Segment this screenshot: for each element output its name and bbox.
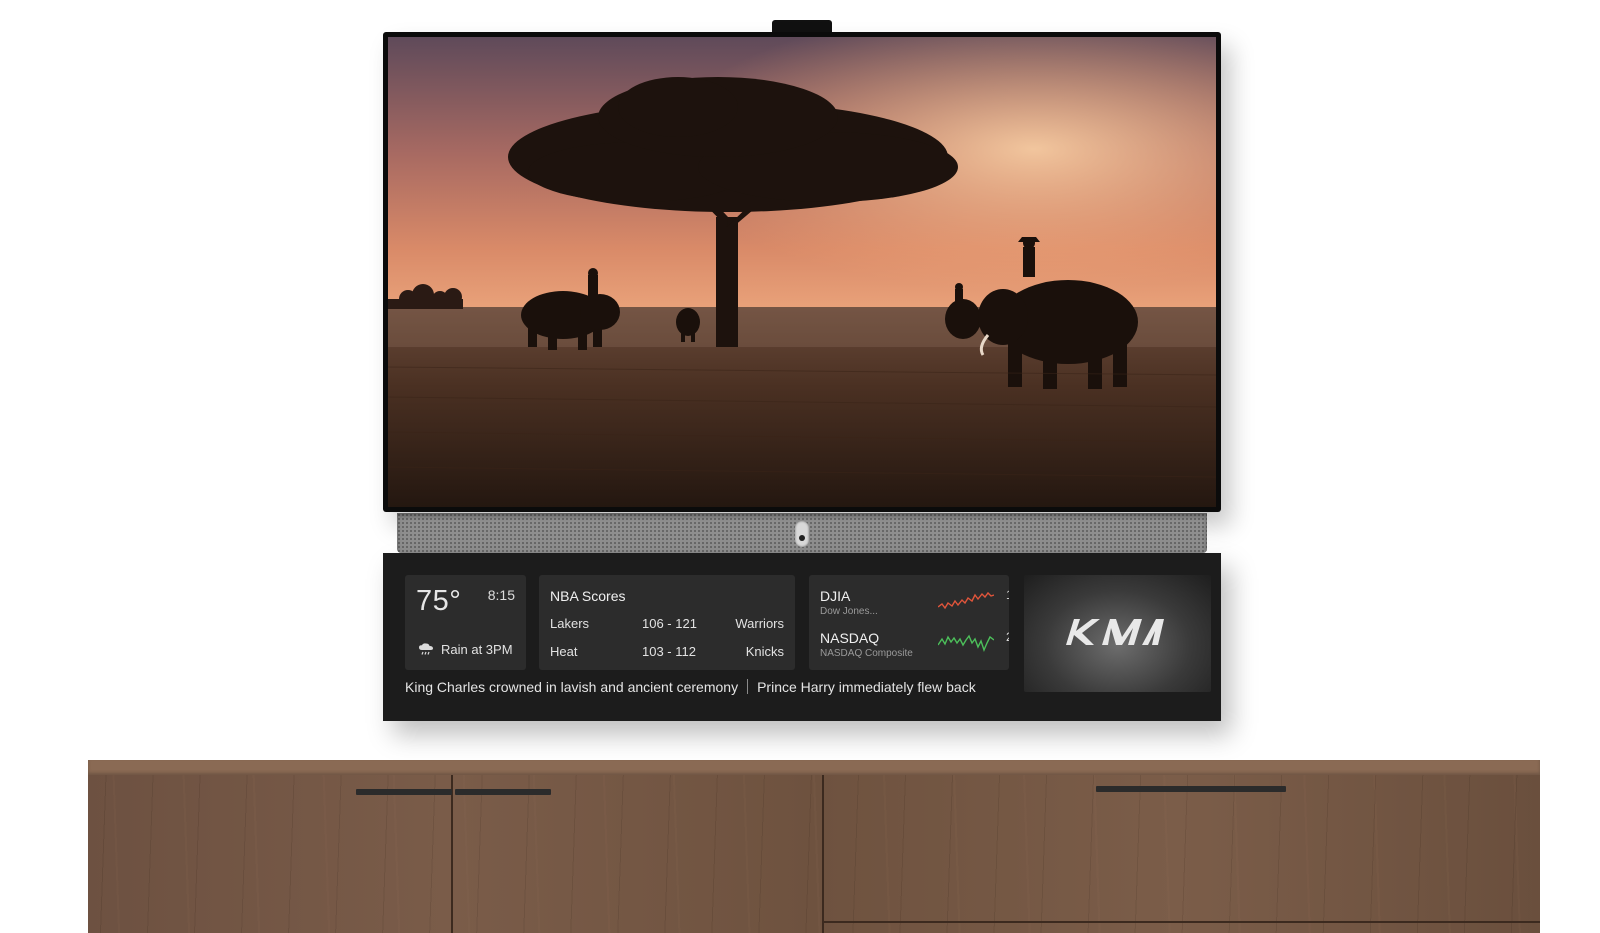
away-team: Knicks [745, 644, 784, 659]
nba-scores-widget[interactable]: NBA Scores Lakers 106 - 121 Warriors Hea… [539, 575, 795, 670]
weather-forecast: Rain at 3PM [441, 642, 513, 657]
stock-name: NASDAQ Composite [820, 648, 913, 659]
kia-ad-banner[interactable] [1024, 575, 1211, 692]
stocks-widget[interactable]: DJIA Dow Jones... 1 NASDAQ NASDAQ Compos… [809, 575, 1009, 670]
ticker-separator [747, 679, 749, 694]
stock-item-djia: DJIA Dow Jones... [820, 588, 878, 617]
clock-time: 8:15 [487, 587, 515, 603]
door-handle [455, 789, 551, 795]
camera-lens-icon [795, 521, 809, 547]
cabinet-drawer-seam [824, 921, 1540, 923]
cabinet-top-surface [88, 760, 1540, 775]
stock-overflow-text: 2 [1006, 630, 1009, 644]
soundbar [397, 513, 1207, 553]
door-handle [356, 789, 452, 795]
nasdaq-sparkline [938, 634, 994, 652]
nba-title: NBA Scores [550, 588, 626, 604]
stock-symbol: NASDAQ [820, 630, 880, 646]
drawer-handle [1096, 786, 1286, 792]
news-ticker[interactable]: King Charles crowned in lavish and ancie… [405, 679, 1009, 701]
game-score: 103 - 112 [642, 644, 696, 659]
stock-name: Dow Jones... [820, 606, 878, 617]
scene: 75° 8:15 Rain at 3PM NBA Scores Lakers 1… [0, 0, 1600, 933]
cloud-rain-icon [419, 643, 433, 655]
cabinet-door-seam [822, 775, 824, 933]
media-cabinet [88, 760, 1540, 933]
weather-temperature: 75° [416, 585, 462, 617]
tv-screen[interactable] [388, 37, 1216, 507]
info-panel: 75° 8:15 Rain at 3PM NBA Scores Lakers 1… [383, 553, 1221, 721]
home-team: Lakers [550, 616, 590, 631]
stock-symbol: DJIA [820, 588, 851, 604]
djia-sparkline [938, 591, 994, 610]
kia-logo [1066, 619, 1164, 645]
headline: King Charles crowned in lavish and ancie… [405, 679, 739, 695]
stock-item-nasdaq: NASDAQ NASDAQ Composite [820, 630, 913, 659]
stock-overflow-text: 1 [1006, 588, 1009, 602]
home-team: Heat [550, 644, 578, 659]
cabinet-door-seam [451, 775, 453, 933]
landscape-image [388, 37, 1216, 507]
tv-frame [383, 32, 1221, 512]
weather-widget[interactable]: 75° 8:15 Rain at 3PM [405, 575, 526, 670]
headline: Prince Harry immediately flew back [757, 679, 976, 695]
wood-grain [88, 760, 1540, 933]
away-team: Warriors [735, 616, 784, 631]
game-score: 106 - 121 [642, 616, 697, 631]
